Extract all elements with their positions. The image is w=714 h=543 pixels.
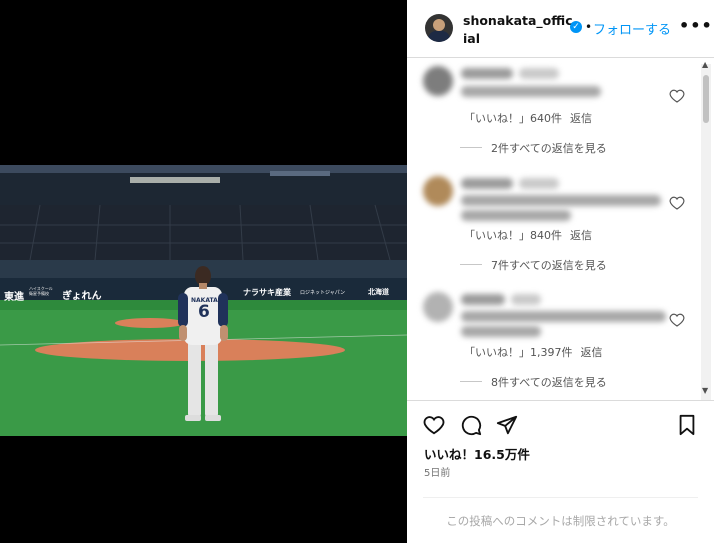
commenter-avatar[interactable]	[423, 292, 453, 322]
comments-list[interactable]: 「いいね！」640件 返信 2件すべての返信を見る 「いいね！」840件 返信 7件…	[407, 58, 714, 400]
banner-narasaki: ナラサキ産業	[243, 288, 291, 297]
comment-meta-blurred	[519, 178, 559, 189]
banner-hokkaido: 北海道	[368, 288, 389, 296]
comment-likes: 「いいね！」1,397件 返信	[464, 344, 603, 360]
author-username[interactable]: shonakata_official	[463, 12, 573, 48]
comment-text-blurred	[461, 195, 661, 206]
comment-likes-count[interactable]: 「いいね！」640件	[464, 112, 562, 125]
footer-divider	[423, 497, 698, 498]
view-replies-button[interactable]: 2件すべての返信を見る	[491, 140, 607, 156]
commenter-avatar[interactable]	[423, 176, 453, 206]
verified-badge-icon: ✓	[570, 21, 582, 33]
comment-meta-blurred	[511, 294, 541, 305]
separator-dot: •	[585, 20, 593, 34]
follow-button[interactable]: フォローする	[593, 19, 671, 38]
banner-gyoren: ぎょれん	[62, 291, 102, 302]
scroll-up-arrow-icon[interactable]: ▲	[702, 60, 708, 69]
banner-loginet: ロジネットジャパン	[300, 290, 346, 296]
post-media: 東進 ハイスクール 衛星予備校 ぎょれん ナラサキ産業 ロジネットジャパン 北海…	[0, 0, 407, 543]
replies-divider	[460, 147, 482, 148]
banner-toshin-sub: ハイスクール 衛星予備校	[29, 286, 53, 296]
replies-divider	[460, 264, 482, 265]
comment-text-blurred	[461, 86, 601, 97]
commenter-name-blurred[interactable]	[461, 178, 513, 189]
commenter-name-blurred[interactable]	[461, 294, 505, 305]
comment-likes-count[interactable]: 「いいね！」1,397件	[464, 346, 573, 359]
post-side-panel: shonakata_official ✓ • フォローする ••• 「いいね！」…	[407, 0, 714, 543]
scrollbar-thumb[interactable]	[703, 75, 709, 123]
reply-button[interactable]: 返信	[570, 229, 592, 242]
scroll-down-arrow-icon[interactable]: ▼	[702, 386, 708, 395]
heart-icon[interactable]	[669, 88, 685, 104]
reply-button[interactable]: 返信	[570, 112, 592, 125]
more-options-icon[interactable]: •••	[679, 16, 713, 35]
comment-text-blurred	[461, 326, 541, 337]
replies-divider	[460, 381, 482, 382]
comment-likes: 「いいね！」840件 返信	[464, 227, 592, 243]
comment-item: 「いいね！」1,397件 返信 8件すべての返信を見る	[407, 284, 714, 400]
comment-likes: 「いいね！」640件 返信	[464, 110, 592, 126]
comment-text-blurred	[461, 210, 571, 221]
post-photo[interactable]: 東進 ハイスクール 衛星予備校 ぎょれん ナラサキ産業 ロジネットジャパン 北海…	[0, 165, 407, 436]
comments-restricted-notice: この投稿へのコメントは制限されています。	[446, 514, 675, 528]
comment-item: 「いいね！」640件 返信 2件すべての返信を見る	[407, 58, 714, 175]
author-avatar[interactable]	[425, 14, 453, 42]
share-icon[interactable]	[496, 414, 518, 436]
heart-icon[interactable]	[423, 414, 445, 436]
post-header: shonakata_official ✓ • フォローする •••	[407, 0, 714, 58]
banner-toshin: 東進	[4, 292, 24, 303]
heart-icon[interactable]	[669, 312, 685, 328]
comment-item: 「いいね！」840件 返信 7件すべての返信を見る	[407, 168, 714, 285]
reply-button[interactable]: 返信	[581, 346, 603, 359]
comment-icon[interactable]	[460, 414, 482, 436]
comment-meta-blurred	[519, 68, 559, 79]
comments-scrollbar[interactable]: ▲ ▼	[701, 60, 711, 400]
heart-icon[interactable]	[669, 195, 685, 211]
post-likes-count[interactable]: いいね！16.5万件	[424, 444, 530, 463]
comment-text-blurred	[461, 311, 666, 322]
jersey-number: 6	[198, 302, 210, 322]
post-timestamp[interactable]: 5日前	[424, 464, 450, 479]
bookmark-icon[interactable]	[676, 414, 698, 436]
comment-likes-count[interactable]: 「いいね！」840件	[464, 229, 562, 242]
view-replies-button[interactable]: 7件すべての返信を見る	[491, 257, 607, 273]
view-replies-button[interactable]: 8件すべての返信を見る	[491, 374, 607, 390]
commenter-avatar[interactable]	[423, 66, 453, 96]
post-actions: いいね！16.5万件 5日前	[407, 400, 714, 500]
commenter-name-blurred[interactable]	[461, 68, 513, 79]
